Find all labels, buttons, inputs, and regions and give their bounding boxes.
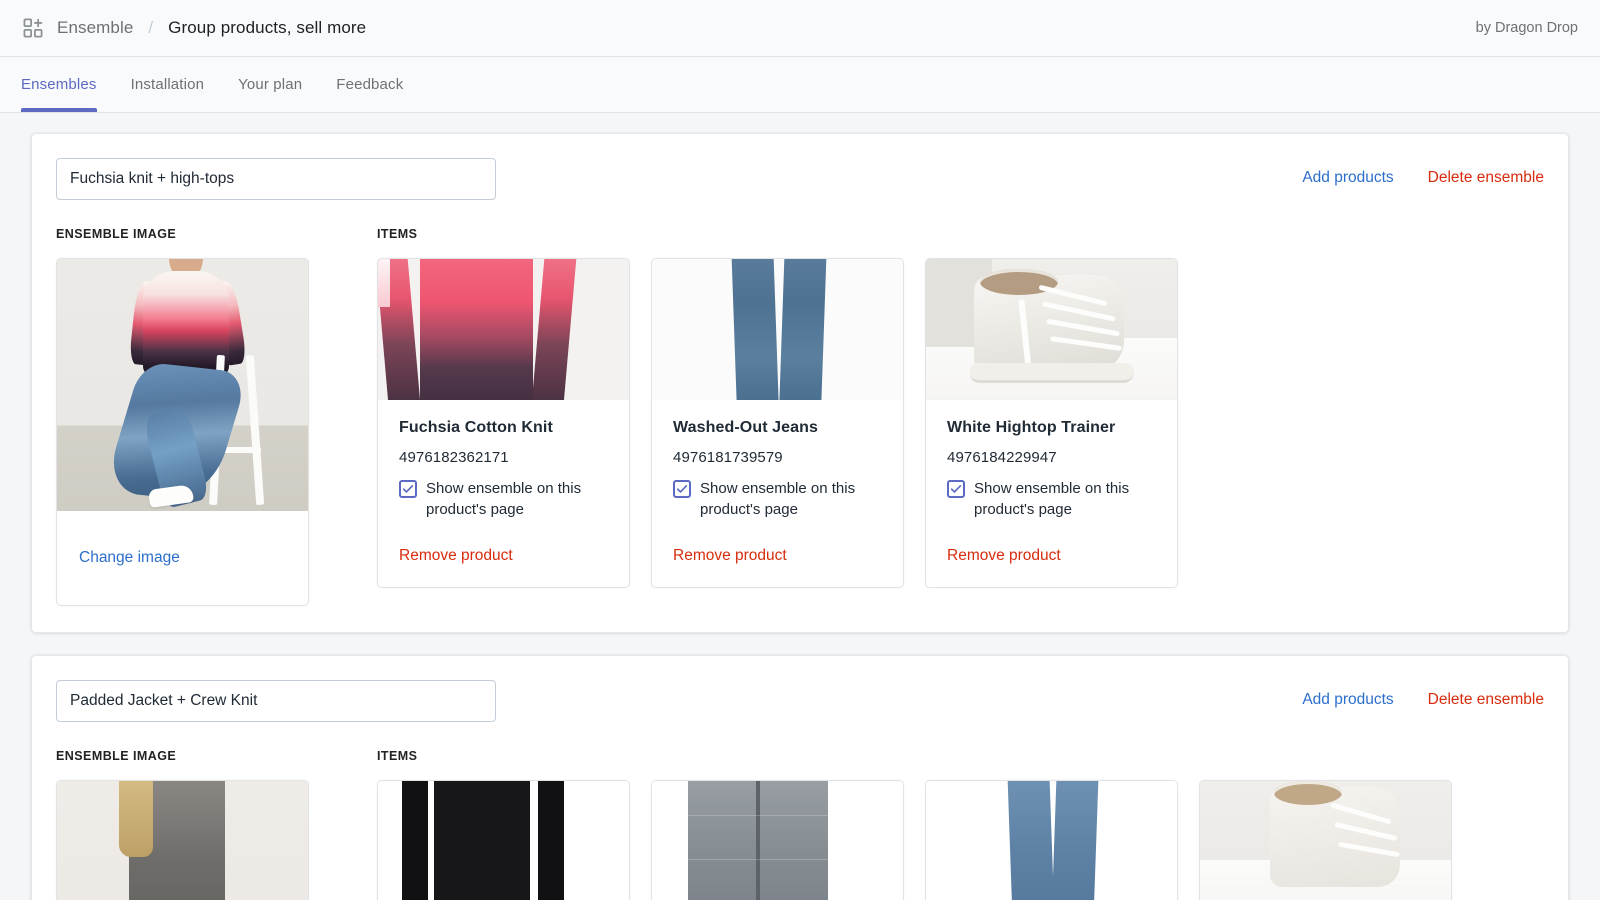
ensemble-body: Change image Fuchsia Cotton Knit 4976182… xyxy=(56,258,1544,606)
items-grid xyxy=(377,780,1452,900)
checkbox-checked-icon[interactable] xyxy=(947,479,965,498)
tab-installation-label: Installation xyxy=(130,76,205,93)
tab-feedback[interactable]: Feedback xyxy=(324,57,415,112)
delete-ensemble-link[interactable]: Delete ensemble xyxy=(1428,691,1544,709)
ensemble-card: Add products Delete ensemble ENSEMBLE IM… xyxy=(31,655,1569,900)
developer-byline: by Dragon Drop xyxy=(1475,20,1578,36)
tab-your-plan-label: Your plan xyxy=(238,76,303,93)
ensemble-title-input[interactable] xyxy=(56,680,496,722)
checkbox-checked-icon[interactable] xyxy=(673,479,691,498)
product-card xyxy=(377,780,630,900)
add-products-link[interactable]: Add products xyxy=(1302,691,1393,709)
product-image xyxy=(378,259,629,400)
ensemble-image-label: ENSEMBLE IMAGE xyxy=(56,749,177,763)
items-grid: Fuchsia Cotton Knit 4976182362171 Show e… xyxy=(377,258,1178,589)
delete-ensemble-link[interactable]: Delete ensemble xyxy=(1428,169,1544,187)
ensemble-body: Change image xyxy=(56,780,1544,900)
product-card: Fuchsia Cotton Knit 4976182362171 Show e… xyxy=(377,258,630,589)
show-on-product-page-checkbox-row[interactable]: Show ensemble on this product's page xyxy=(947,478,1156,522)
product-name: Fuchsia Cotton Knit xyxy=(399,419,553,436)
product-sku: 4976181739579 xyxy=(673,448,783,466)
ensemble-image-caption: Change image xyxy=(57,511,308,605)
product-image xyxy=(652,781,903,900)
items-label: ITEMS xyxy=(377,227,418,241)
ensembles-list: Add products Delete ensemble ENSEMBLE IM… xyxy=(0,113,1600,900)
remove-product-link[interactable]: Remove product xyxy=(947,547,1061,564)
tab-ensembles-label: Ensembles xyxy=(21,76,97,93)
change-image-link[interactable]: Change image xyxy=(79,549,180,567)
ensemble-image-card: Change image xyxy=(56,780,309,900)
product-image xyxy=(1200,781,1451,900)
ensemble-actions: Add products Delete ensemble xyxy=(1302,158,1544,187)
product-name: Washed-Out Jeans xyxy=(673,419,819,436)
tab-bar: Ensembles Installation Your plan Feedbac… xyxy=(0,57,1600,113)
ensemble-image xyxy=(57,781,308,900)
ensemble-image-card: Change image xyxy=(56,258,309,606)
product-card: Washed-Out Jeans 4976181739579 Show ense… xyxy=(651,258,904,589)
breadcrumb-app-name[interactable]: Ensemble xyxy=(57,18,133,38)
breadcrumb-separator: / xyxy=(148,18,154,37)
show-on-product-page-checkbox-row[interactable]: Show ensemble on this product's page xyxy=(673,478,882,522)
ensemble-image xyxy=(57,259,308,511)
tab-feedback-label: Feedback xyxy=(336,76,404,93)
product-sku: 4976184229947 xyxy=(947,448,1057,466)
grid-plus-icon xyxy=(22,17,44,39)
ensemble-header: Add products Delete ensemble xyxy=(56,680,1544,722)
product-name: White Hightop Trainer xyxy=(947,419,1116,436)
product-card: White Hightop Trainer 4976184229947 Show… xyxy=(925,258,1178,589)
tab-ensembles[interactable]: Ensembles xyxy=(21,57,109,112)
show-on-product-page-label: Show ensemble on this product's page xyxy=(700,479,856,519)
product-image xyxy=(926,259,1177,400)
column-labels: ENSEMBLE IMAGE ITEMS xyxy=(56,227,1544,241)
remove-product-link[interactable]: Remove product xyxy=(673,547,787,564)
ensemble-actions: Add products Delete ensemble xyxy=(1302,680,1544,709)
top-bar: Ensemble / Group products, sell more by … xyxy=(0,0,1600,57)
ensemble-title-input[interactable] xyxy=(56,158,496,200)
product-card xyxy=(1199,780,1452,900)
add-products-link[interactable]: Add products xyxy=(1302,169,1393,187)
tab-your-plan[interactable]: Your plan xyxy=(226,57,314,112)
product-image xyxy=(652,259,903,400)
page-title: Group products, sell more xyxy=(168,18,367,37)
product-sku: 4976182362171 xyxy=(399,448,509,466)
ensemble-header: Add products Delete ensemble xyxy=(56,158,1544,200)
remove-product-link[interactable]: Remove product xyxy=(399,547,513,564)
breadcrumb: Ensemble / Group products, sell more xyxy=(22,17,366,39)
product-card xyxy=(651,780,904,900)
ensemble-card: Add products Delete ensemble ENSEMBLE IM… xyxy=(31,133,1569,633)
show-on-product-page-label: Show ensemble on this product's page xyxy=(974,479,1130,519)
ensemble-image-label: ENSEMBLE IMAGE xyxy=(56,227,177,241)
product-card xyxy=(925,780,1178,900)
product-image xyxy=(926,781,1177,900)
tab-installation[interactable]: Installation xyxy=(119,57,217,112)
show-on-product-page-label: Show ensemble on this product's page xyxy=(426,479,582,519)
items-label: ITEMS xyxy=(377,749,418,763)
column-labels: ENSEMBLE IMAGE ITEMS xyxy=(56,749,1544,763)
product-image xyxy=(378,781,629,900)
checkbox-checked-icon[interactable] xyxy=(399,479,417,498)
show-on-product-page-checkbox-row[interactable]: Show ensemble on this product's page xyxy=(399,478,608,522)
